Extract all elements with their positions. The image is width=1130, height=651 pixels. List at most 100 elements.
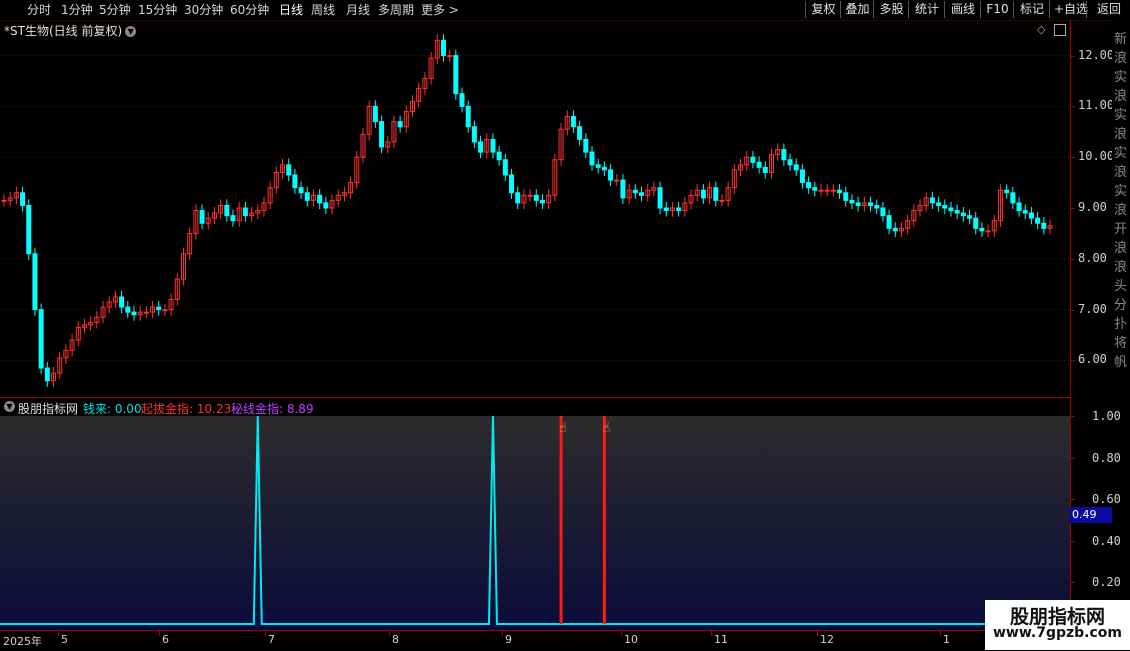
candle-body — [967, 215, 973, 219]
candle-body — [323, 202, 329, 209]
chart-title[interactable]: *ST生物(日线 前复权) ▼ — [4, 22, 137, 39]
candle-body — [38, 309, 44, 369]
candle-body — [298, 187, 304, 194]
candle-body — [583, 138, 589, 153]
candle-body — [459, 93, 465, 107]
toolbar-button-6[interactable]: 标记 — [1013, 1, 1050, 18]
stock-title: *ST生物(日线 前复权) — [4, 24, 123, 38]
period-tab-1[interactable]: 1分钟 — [61, 2, 93, 18]
edge-char: 实 — [1114, 108, 1128, 123]
period-tab-8[interactable]: 月线 — [346, 2, 370, 18]
indicator-name[interactable]: 股朋指标网 — [18, 400, 78, 417]
period-tab-10[interactable]: 更多 > — [421, 2, 459, 18]
edge-char: 分 — [1114, 298, 1128, 313]
candle-body — [886, 215, 892, 229]
date-label: 1 — [943, 633, 950, 646]
candle-body — [465, 105, 471, 128]
candle-body — [954, 210, 960, 214]
candle-body — [162, 309, 168, 312]
indicator-label: 1.00 — [1092, 409, 1121, 423]
edge-char: 新 — [1114, 32, 1128, 47]
edge-char: 浪 — [1114, 127, 1128, 142]
period-tab-2[interactable]: 5分钟 — [99, 2, 131, 18]
candle-body — [372, 105, 378, 123]
candle-body — [663, 207, 669, 212]
candle-body — [837, 189, 843, 194]
edge-char: 开 — [1114, 222, 1128, 237]
date-label: 11 — [714, 633, 728, 646]
candle-body — [131, 311, 137, 316]
chevron-down-icon[interactable]: ▼ — [125, 26, 137, 37]
price-tick — [1070, 208, 1075, 209]
candle-body — [892, 227, 898, 232]
period-tab-0[interactable]: 分时 — [27, 2, 51, 18]
panel-toggle-icon[interactable] — [1054, 24, 1066, 36]
edge-char: 实 — [1114, 70, 1128, 85]
candle-body — [868, 202, 874, 206]
date-tick — [621, 631, 622, 636]
period-tab-7[interactable]: 周线 — [311, 2, 335, 18]
period-tab-4[interactable]: 30分钟 — [184, 2, 223, 18]
hand-pointer-icon[interactable]: ☝ — [602, 421, 610, 436]
candle-body — [471, 126, 477, 143]
candle-body — [595, 164, 601, 168]
diamond-icon[interactable]: ◇ — [1037, 23, 1045, 36]
toolbar-button-5[interactable]: F10 — [980, 1, 1014, 18]
candle-body — [620, 179, 626, 199]
candlestick-chart[interactable] — [0, 20, 1070, 396]
price-tick — [1070, 258, 1075, 260]
date-tick — [58, 631, 59, 636]
date-label: 5 — [61, 633, 68, 646]
toolbar-button-4[interactable]: 画线 — [944, 1, 981, 18]
price-label: 12.00 — [1078, 47, 1115, 62]
candle-body — [880, 207, 886, 217]
candle-body — [1035, 217, 1041, 224]
edge-char: 浪 — [1114, 260, 1128, 275]
candle-body — [1, 199, 7, 202]
date-tick — [389, 631, 390, 636]
period-tab-3[interactable]: 15分钟 — [138, 2, 177, 18]
candle-body — [608, 169, 614, 181]
price-tick — [1070, 106, 1075, 108]
candle-body — [286, 164, 292, 176]
price-tick — [1070, 309, 1075, 311]
toolbar-button-0[interactable]: 复权 — [805, 1, 841, 18]
toolbar-button-8[interactable]: 返回 — [1086, 1, 1130, 18]
candle-body — [824, 189, 830, 192]
period-tab-6[interactable]: 日线 — [279, 2, 303, 18]
edge-char: 浪 — [1114, 89, 1128, 104]
period-tab-9[interactable]: 多周期 — [378, 2, 414, 18]
candle-body — [44, 367, 50, 382]
candle-body — [601, 166, 607, 171]
toolbar-button-1[interactable]: 叠加 — [840, 1, 874, 18]
indicator-label: 0.40 — [1092, 533, 1121, 548]
candle-body — [812, 187, 818, 191]
date-label: 6 — [162, 633, 169, 646]
edge-char: 浪 — [1114, 203, 1128, 218]
candle-body — [539, 199, 545, 204]
indicator-item-1: 起拔金指: 10.23 — [141, 402, 232, 416]
price-label: 6.00 — [1078, 352, 1107, 367]
toolbar-button-3[interactable]: 统计 — [908, 1, 945, 18]
indicator-chart: ☝ ☝ — [0, 416, 1070, 625]
candle-body — [960, 212, 966, 217]
hand-pointer-icon[interactable]: ☝ — [559, 421, 567, 436]
toolbar-button-2[interactable]: 多股 — [873, 1, 909, 18]
toolbar-button-7[interactable]: +自选 — [1049, 1, 1088, 18]
chevron-down-icon[interactable]: ▼ — [4, 401, 15, 412]
candle-body — [874, 204, 880, 209]
indicator-label: 0.80 — [1092, 450, 1121, 465]
candle-body — [1004, 189, 1010, 194]
price-label: 9.00 — [1078, 200, 1107, 214]
candle-body — [1010, 192, 1016, 204]
candle-body — [657, 187, 663, 209]
edge-char: 将 — [1114, 336, 1128, 351]
candle-body — [676, 207, 682, 212]
candle-body — [700, 189, 706, 199]
date-label: 2025年 — [3, 635, 42, 648]
candle-body — [230, 215, 236, 222]
price-tick — [1070, 360, 1075, 362]
candle-body — [515, 192, 521, 204]
date-axis: 2025年 5 6 7 8 9 10 11 12 1 — [0, 630, 1130, 651]
period-tab-5[interactable]: 60分钟 — [230, 2, 269, 18]
